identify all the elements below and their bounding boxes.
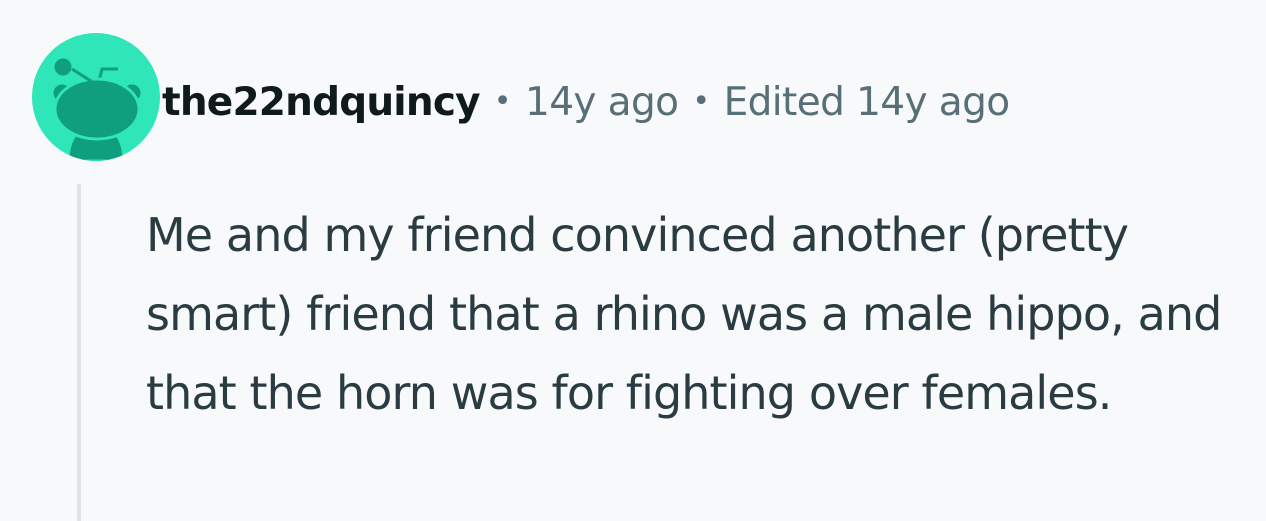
edited-time: Edited 14y ago bbox=[723, 79, 1010, 125]
snoo-avatar-icon[interactable] bbox=[32, 33, 160, 161]
comment-body: Me and my friend convinced another (pret… bbox=[146, 208, 1222, 420]
comment: the22ndquincy • 14y ago • Edited 14y ago… bbox=[0, 0, 1266, 521]
posted-time[interactable]: 14y ago bbox=[525, 80, 679, 125]
separator-dot: • bbox=[493, 83, 512, 119]
separator-dot: • bbox=[692, 83, 710, 119]
thread-line[interactable] bbox=[77, 184, 81, 521]
username-link[interactable]: the22ndquincy bbox=[162, 80, 481, 125]
comment-header: the22ndquincy • 14y ago • Edited 14y ago bbox=[162, 74, 1010, 130]
